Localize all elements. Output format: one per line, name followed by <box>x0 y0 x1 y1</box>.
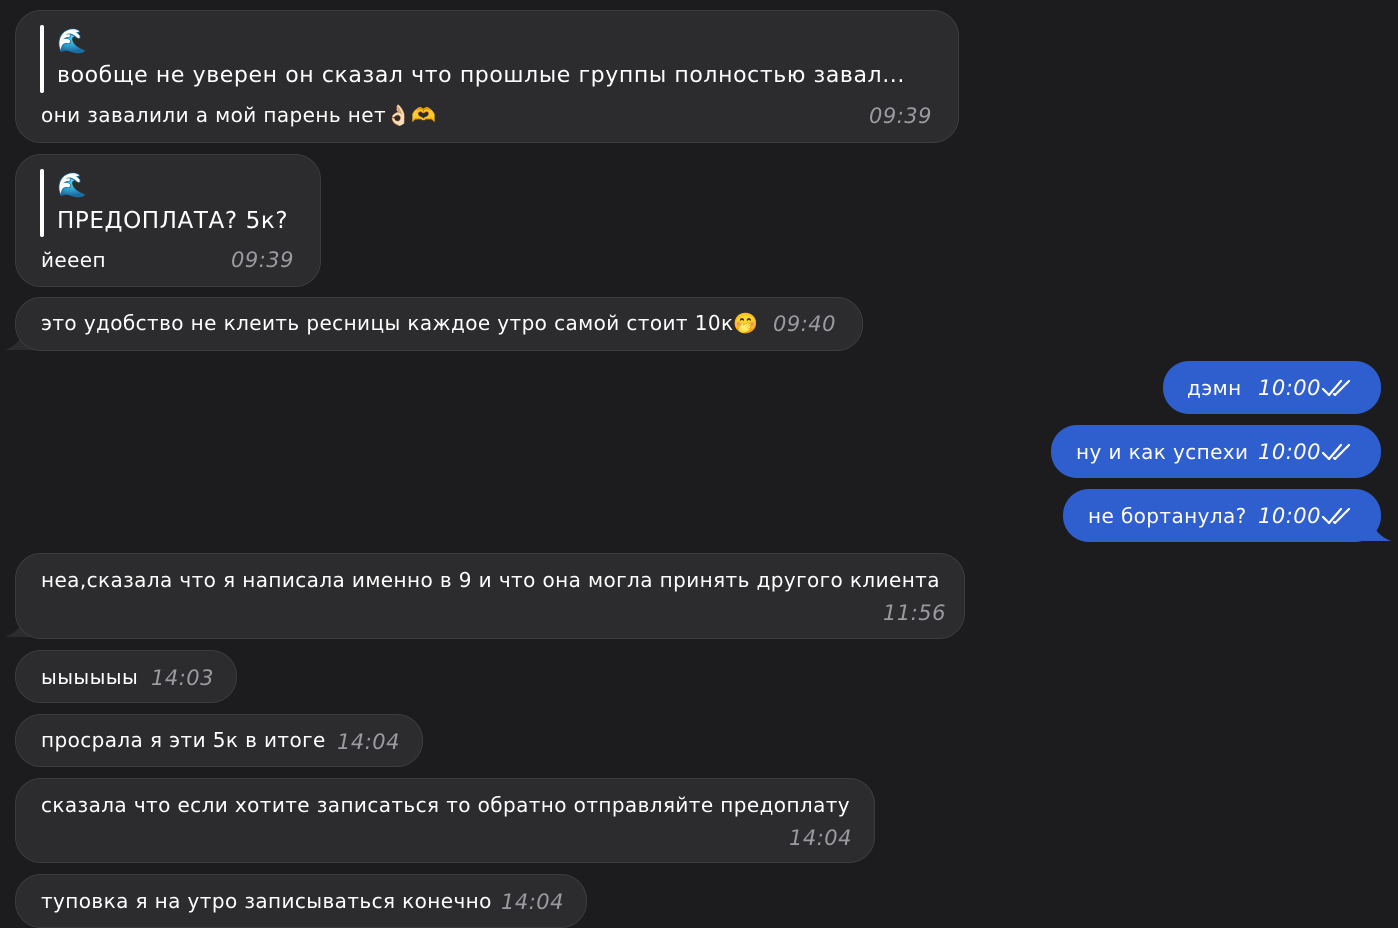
message-text: не бортанула? <box>1088 504 1247 528</box>
message-incoming[interactable]: это удобство не клеить ресницы каждое ут… <box>15 297 863 351</box>
message-outgoing[interactable]: не бортанула? 10:00 <box>1063 489 1381 542</box>
double-check-icon <box>1321 507 1351 525</box>
message-time: 14:04 <box>337 730 401 754</box>
wave-icon: 🌊 <box>57 171 88 199</box>
message-incoming[interactable]: туповка я на утро записываться конечно 1… <box>15 874 587 928</box>
message-time: 14:03 <box>151 666 215 690</box>
message-text: просрала я эти 5к в итоге <box>41 728 326 752</box>
message-time: 09:39 <box>231 248 295 272</box>
message-text: сказала что если хотите записаться то об… <box>41 793 851 817</box>
message-incoming[interactable]: 🌊 вообще не уверен он сказал что прошлые… <box>15 10 959 143</box>
message-outgoing[interactable]: ну и как успехи 10:00 <box>1051 425 1381 478</box>
message-incoming[interactable]: просрала я эти 5к в итоге 14:04 <box>15 714 423 767</box>
message-time: 10:00 <box>1258 376 1322 400</box>
double-check-icon <box>1321 443 1351 461</box>
message-time: 11:56 <box>883 601 947 625</box>
emoji: 🤭 <box>733 311 759 335</box>
reply-quote-bar <box>40 25 44 93</box>
message-text: ну и как успехи <box>1076 440 1249 464</box>
message-text: неа,сказала что я написала именно в 9 и … <box>41 568 940 592</box>
message-text: ыыыыыы <box>41 665 139 689</box>
message-time: 10:00 <box>1258 440 1322 464</box>
message-outgoing[interactable]: дэмн 10:00 <box>1163 361 1381 414</box>
reply-quote-bar <box>40 169 44 237</box>
message-time: 10:00 <box>1258 504 1322 528</box>
message-incoming[interactable]: сказала что если хотите записаться то об… <box>15 778 875 863</box>
message-time: 09:39 <box>869 104 933 128</box>
wave-icon: 🌊 <box>57 27 88 55</box>
message-text: это удобство не клеить ресницы каждое ут… <box>41 311 759 335</box>
emoji: 👌🏻🫶 <box>386 103 437 127</box>
message-text: они завалили а мой парень нет👌🏻🫶 <box>41 103 437 127</box>
double-check-icon <box>1321 379 1351 397</box>
message-time: 14:04 <box>501 890 565 914</box>
message-incoming[interactable]: 🌊 ПРЕДОПЛАТА? 5к? йееeп 09:39 <box>15 154 321 287</box>
message-incoming[interactable]: ыыыыыы 14:03 <box>15 650 237 703</box>
message-text: дэмн <box>1187 376 1242 400</box>
message-time: 09:40 <box>773 312 837 336</box>
reply-quote-text[interactable]: ПРЕДОПЛАТА? 5к? <box>57 208 288 234</box>
message-text: йееeп <box>41 248 106 272</box>
message-incoming[interactable]: неа,сказала что я написала именно в 9 и … <box>15 553 965 639</box>
message-text: туповка я на утро записываться конечно <box>41 889 492 913</box>
chat-window: 🌊 вообще не уверен он сказал что прошлые… <box>0 0 1398 928</box>
message-time: 14:04 <box>789 826 853 850</box>
reply-quote-text[interactable]: вообще не уверен он сказал что прошлые г… <box>57 63 905 88</box>
